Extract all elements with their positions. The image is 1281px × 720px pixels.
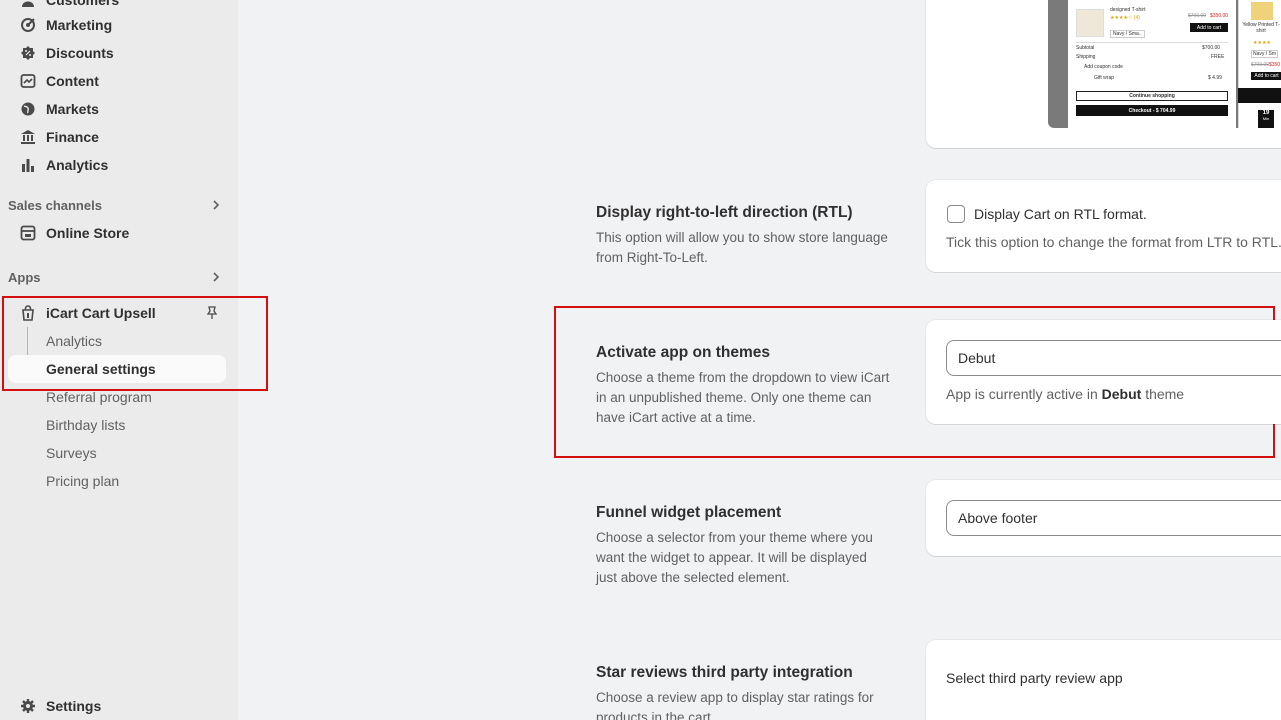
preview-dark-block xyxy=(1238,88,1281,103)
preview-side-thumbnail xyxy=(1251,2,1273,20)
rtl-checkbox-label[interactable]: Display Cart on RTL format. xyxy=(974,206,1147,222)
bar-chart-icon xyxy=(20,157,36,173)
preview-cart-drawer: designed T-shirt $700.00 $350.00 ★★★★☆ (… xyxy=(1068,0,1236,128)
nav-content[interactable]: Content xyxy=(8,67,226,95)
globe-icon xyxy=(20,101,36,117)
content-icon xyxy=(20,73,36,89)
rtl-description: This option will allow you to show store… xyxy=(596,230,888,265)
chevron-right-icon xyxy=(213,272,220,282)
bank-icon xyxy=(20,129,36,145)
rtl-checkbox[interactable] xyxy=(947,205,965,223)
sub-referral-program[interactable]: Referral program xyxy=(8,383,226,411)
apps-header[interactable]: Apps xyxy=(8,267,226,287)
nav-icart-app[interactable]: iCart Cart Upsell xyxy=(8,299,226,327)
preview-upsell-panel: Yellow Printed T-shirt ★★★★ Navy / Sm $7… xyxy=(1238,0,1281,128)
rtl-help-text: Tick this option to change the format fr… xyxy=(946,234,1281,250)
chevron-right-icon xyxy=(213,200,220,210)
theme-select[interactable]: Debut xyxy=(946,340,1281,376)
sub-birthday-lists[interactable]: Birthday lists xyxy=(8,411,226,439)
sub-pricing-plan[interactable]: Pricing plan xyxy=(8,467,226,495)
reviews-title: Star reviews third party integration xyxy=(596,664,853,681)
discount-icon xyxy=(20,45,36,61)
sub-analytics[interactable]: Analytics xyxy=(8,327,226,355)
preview-countdown: 19 Min xyxy=(1258,110,1274,128)
preview-divider xyxy=(1076,42,1228,43)
rtl-title: Display right-to-left direction (RTL) xyxy=(596,204,853,221)
preview-product-thumbnail xyxy=(1076,9,1104,37)
person-icon xyxy=(20,0,36,8)
sub-surveys[interactable]: Surveys xyxy=(8,439,226,467)
nav-analytics[interactable]: Analytics xyxy=(8,151,226,179)
sub-general-settings[interactable]: General settings xyxy=(8,355,226,383)
preview-side-stars: ★★★★ xyxy=(1253,40,1271,46)
target-icon xyxy=(20,17,36,33)
app-bag-icon xyxy=(20,305,36,321)
nav-marketing[interactable]: Marketing xyxy=(8,11,226,39)
rtl-card xyxy=(926,180,1281,272)
funnel-description: Choose a selector from your theme where … xyxy=(596,530,873,585)
nav-settings[interactable]: Settings xyxy=(8,692,226,720)
pin-icon[interactable] xyxy=(205,306,219,320)
nav-online-store[interactable]: Online Store xyxy=(8,219,226,247)
cart-preview-image: designed T-shirt $700.00 $350.00 ★★★★☆ (… xyxy=(1048,0,1281,128)
nav-finance[interactable]: Finance xyxy=(8,123,226,151)
funnel-title: Funnel widget placement xyxy=(596,504,782,521)
sidebar: Customers Marketing Discounts Content Ma… xyxy=(0,0,238,720)
themes-help-text: App is currently active in Debut theme xyxy=(946,386,1185,402)
preview-stars: ★★★★☆ (4) xyxy=(1110,15,1140,21)
themes-description: Choose a theme from the dropdown to view… xyxy=(596,370,890,425)
gear-icon xyxy=(20,698,36,714)
sales-channels-header[interactable]: Sales channels xyxy=(8,195,226,215)
store-icon xyxy=(20,225,36,241)
themes-title: Activate app on themes xyxy=(596,344,770,361)
review-app-select[interactable]: Select third party review app xyxy=(946,670,1123,686)
funnel-placement-select[interactable]: Above footer xyxy=(946,500,1281,536)
nav-markets[interactable]: Markets xyxy=(8,95,226,123)
reviews-description: Choose a review app to display star rati… xyxy=(596,690,874,720)
nav-discounts[interactable]: Discounts xyxy=(8,39,226,67)
